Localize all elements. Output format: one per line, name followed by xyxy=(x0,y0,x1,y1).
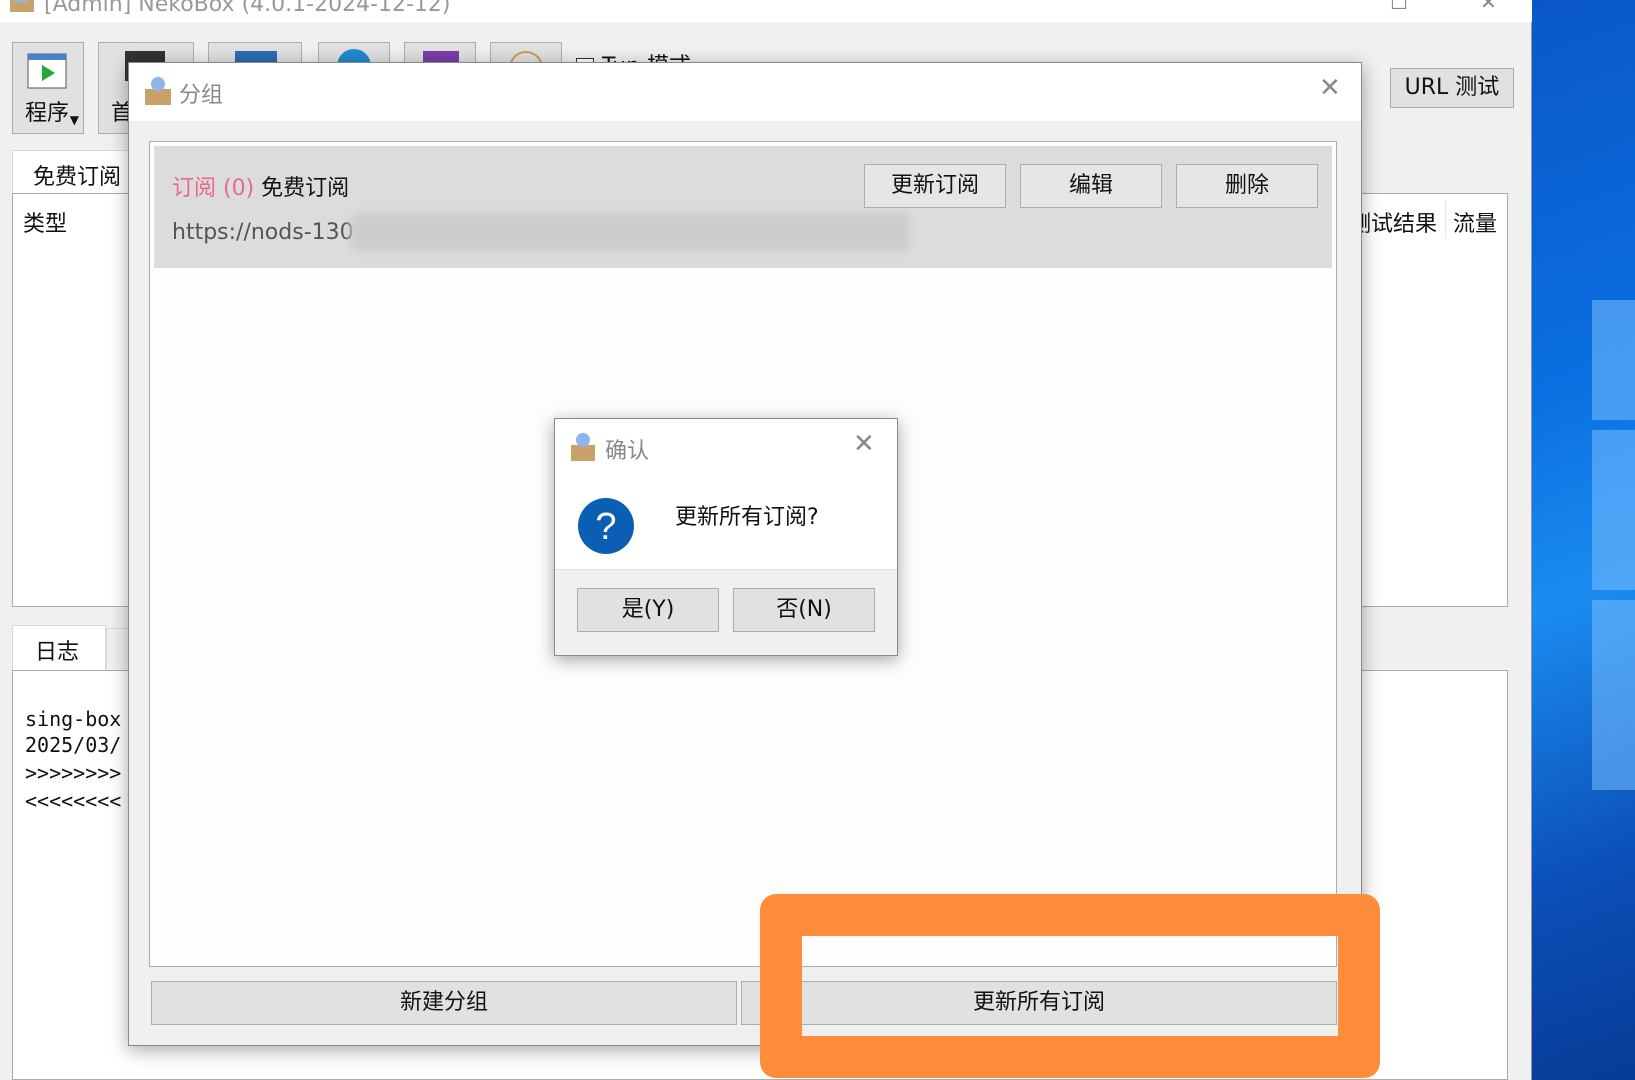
subscription-prefix: 订阅 (0) xyxy=(172,176,255,201)
new-group-button[interactable]: 新建分组 xyxy=(151,981,737,1025)
dropdown-arrow-icon: ▼ xyxy=(69,113,79,127)
group-dialog-title-bar: 分组 ✕ xyxy=(129,63,1361,121)
program-label: 程序 xyxy=(25,101,70,126)
app-icon xyxy=(145,77,171,105)
subscription-url: https://nods-130 xyxy=(172,220,354,245)
subscription-item[interactable]: 订阅 (0) 免费订阅 https://nods-130 更新订阅 编辑 删除 xyxy=(154,146,1332,268)
tab-free-subscription[interactable]: 免费订阅 xyxy=(12,150,132,194)
svg-text:?: ? xyxy=(595,506,616,548)
column-traffic[interactable]: 流量 xyxy=(1453,206,1497,238)
subscription-title: 订阅 (0) 免费订阅 xyxy=(172,170,349,202)
update-subscription-button[interactable]: 更新订阅 xyxy=(864,164,1006,208)
group-dialog-title: 分组 xyxy=(179,83,224,108)
log-line: <<<<<<<< xyxy=(25,789,122,813)
confirm-dialog-title: 确认 xyxy=(605,439,650,464)
program-button[interactable]: 程序 ▼ xyxy=(12,42,84,134)
orange-highlight-box xyxy=(760,894,1380,1078)
maximize-icon[interactable]: ☐ xyxy=(1390,0,1408,14)
question-icon: ? xyxy=(578,498,634,554)
close-icon[interactable]: ✕ xyxy=(853,429,875,459)
confirm-dialog: 确认 ✕ ? 更新所有订阅? 是(Y) 否(N) xyxy=(554,418,898,656)
column-type[interactable]: 类型 xyxy=(23,206,67,238)
confirm-message: 更新所有订阅? xyxy=(675,505,819,530)
app-icon xyxy=(571,433,595,461)
log-line: 2025/03/ xyxy=(25,733,122,757)
column-test-result[interactable]: 测试结果 xyxy=(1349,206,1437,238)
redacted-url xyxy=(350,212,910,252)
no-button[interactable]: 否(N) xyxy=(733,588,875,632)
yes-button[interactable]: 是(Y) xyxy=(577,588,719,632)
close-icon[interactable]: ✕ xyxy=(1319,73,1341,103)
program-icon xyxy=(27,53,67,89)
desktop-wallpaper xyxy=(1532,0,1635,1080)
delete-button[interactable]: 删除 xyxy=(1176,164,1318,208)
app-icon xyxy=(10,0,34,12)
column-separator xyxy=(1445,198,1446,238)
confirm-footer: 是(Y) 否(N) xyxy=(555,569,897,655)
log-line: sing-box xyxy=(25,707,122,731)
subscription-name: 免费订阅 xyxy=(261,176,350,201)
main-title-bar: [Admin] NekoBox (4.0.1-2024-12-12) ☐ ✕ xyxy=(0,0,1532,22)
log-line: >>>>>>>> xyxy=(25,761,122,785)
edit-button[interactable]: 编辑 xyxy=(1020,164,1162,208)
main-window-title: [Admin] NekoBox (4.0.1-2024-12-12) xyxy=(44,0,451,17)
tab-log[interactable]: 日志 xyxy=(12,625,106,671)
url-test-button[interactable]: URL 测试 xyxy=(1390,68,1514,108)
close-icon[interactable]: ✕ xyxy=(1480,0,1497,14)
